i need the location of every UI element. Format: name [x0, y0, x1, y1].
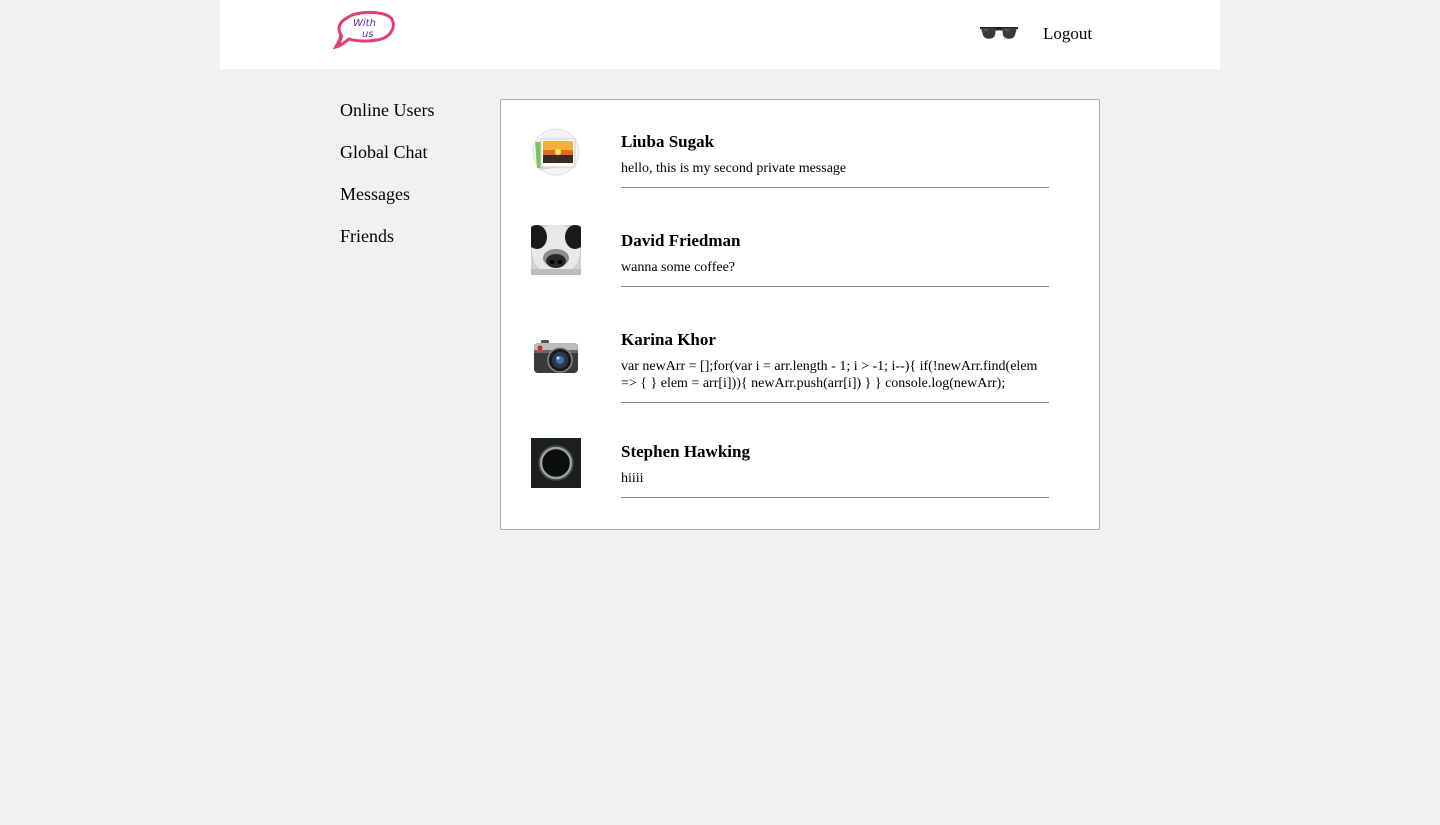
- sidebar-item-friends[interactable]: Friends: [340, 225, 480, 247]
- message-content: Liuba Sugak hello, this is my second pri…: [621, 132, 1049, 188]
- svg-text:us: us: [362, 29, 374, 40]
- with-us-logo[interactable]: With us: [333, 10, 395, 50]
- message-text: hello, this is my second private message: [621, 161, 847, 176]
- photo-stack-icon: [531, 128, 581, 178]
- logout-link[interactable]: Logout: [1043, 23, 1092, 45]
- sidebar-item-global-chat[interactable]: Global Chat: [340, 141, 480, 163]
- panda-avatar: [531, 225, 581, 275]
- sender-name: Liuba Sugak: [621, 132, 715, 151]
- sender-name: David Friedman: [621, 231, 741, 250]
- message-text: hiiii: [621, 471, 644, 486]
- sunglasses-icon[interactable]: [979, 24, 1019, 44]
- svg-text:With: With: [353, 18, 376, 29]
- message-content: Karina Khor var newArr = [];for(var i = …: [621, 330, 1049, 403]
- sidebar-item-messages[interactable]: Messages: [340, 183, 480, 205]
- eclipse-avatar: [531, 438, 581, 488]
- sender-name: Karina Khor: [621, 330, 716, 349]
- message-content: David Friedman wanna some coffee?: [621, 231, 1049, 287]
- sender-name: Stephen Hawking: [621, 442, 750, 461]
- message-content: Stephen Hawking hiiii: [621, 442, 1049, 498]
- sidebar-item-online-users[interactable]: Online Users: [340, 99, 480, 121]
- message-text: wanna some coffee?: [621, 260, 736, 275]
- top-header: With us Logout: [220, 0, 1220, 69]
- sidebar-nav: Online Users Global Chat Messages Friend…: [340, 99, 480, 267]
- message-text: var newArr = [];for(var i = arr.length -…: [621, 359, 1038, 391]
- messages-panel: Liuba Sugak hello, this is my second pri…: [500, 99, 1100, 530]
- camera-icon: [531, 331, 581, 381]
